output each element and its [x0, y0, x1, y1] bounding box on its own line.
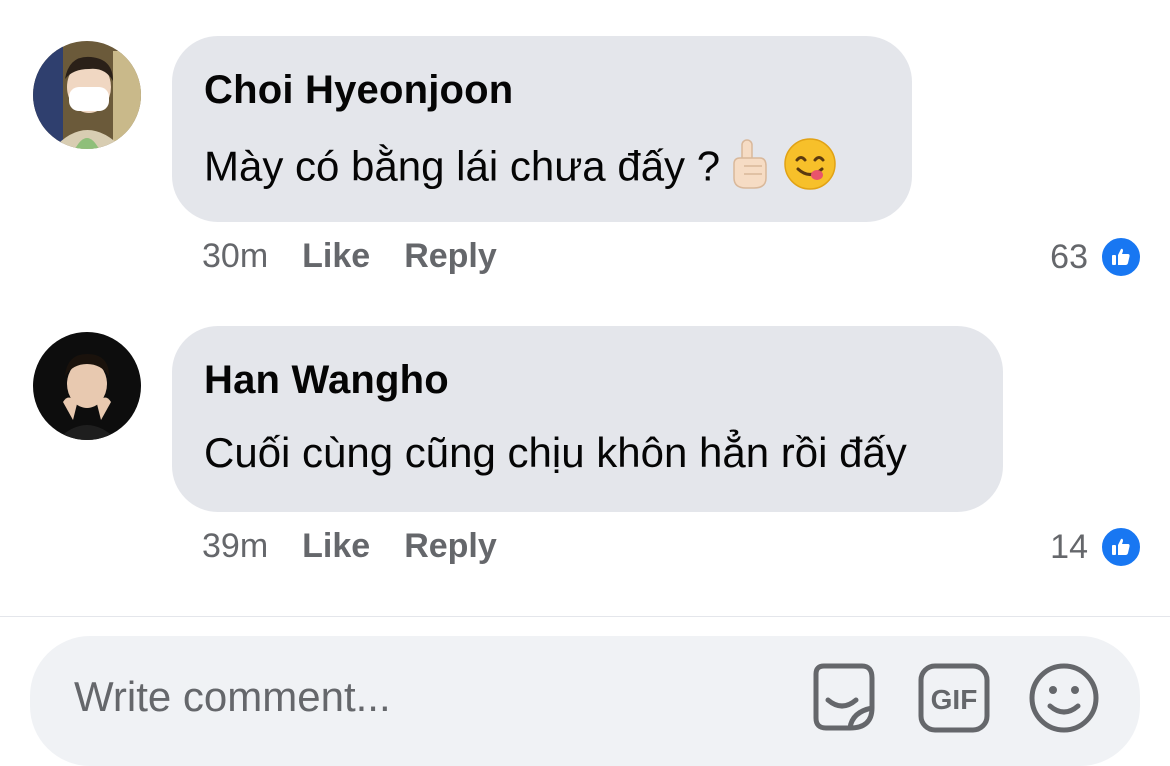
- avatar[interactable]: [33, 332, 141, 440]
- thumbs-up-icon: [1100, 526, 1142, 568]
- comment-bubble: Choi Hyeonjoon Mày có bằng lái chưa đấy …: [172, 36, 912, 222]
- comment-text-content: Mày có bằng lái chưa đấy ?: [204, 142, 721, 190]
- pointing-up-hand-emoji: [726, 138, 770, 201]
- emoji-icon[interactable]: [1026, 660, 1102, 741]
- comment-author[interactable]: Han Wangho: [204, 356, 971, 404]
- comment-text: Mày có bằng lái chưa đấy ?: [204, 138, 880, 201]
- comment-input-placeholder[interactable]: Write comment...: [74, 672, 391, 722]
- yum-face-emoji: [784, 138, 836, 201]
- comment-author[interactable]: Choi Hyeonjoon: [204, 66, 880, 114]
- reply-button[interactable]: Reply: [404, 526, 497, 566]
- comment-text: Cuối cùng cũng chịu khôn hẳn rồi đấy: [204, 429, 907, 476]
- sticker-icon[interactable]: [808, 660, 884, 741]
- like-button[interactable]: Like: [302, 526, 370, 566]
- comment-meta: 39m Like Reply: [202, 526, 497, 566]
- thumbs-up-icon: [1100, 236, 1142, 278]
- gif-icon[interactable]: GIF: [917, 660, 993, 741]
- reaction-count: 14: [1050, 528, 1088, 566]
- reaction-summary[interactable]: 14: [1050, 526, 1142, 568]
- comment-time[interactable]: 39m: [202, 526, 268, 566]
- reply-button[interactable]: Reply: [404, 236, 497, 276]
- comment-bubble: Han Wangho Cuối cùng cũng chịu khôn hẳn …: [172, 326, 1003, 512]
- avatar[interactable]: [33, 41, 141, 149]
- comment-time[interactable]: 30m: [202, 236, 268, 276]
- reaction-count: 63: [1050, 238, 1088, 276]
- reaction-summary[interactable]: 63: [1050, 236, 1142, 278]
- comment-meta: 30m Like Reply: [202, 236, 497, 276]
- like-button[interactable]: Like: [302, 236, 370, 276]
- gif-icon-label: GIF: [931, 684, 978, 715]
